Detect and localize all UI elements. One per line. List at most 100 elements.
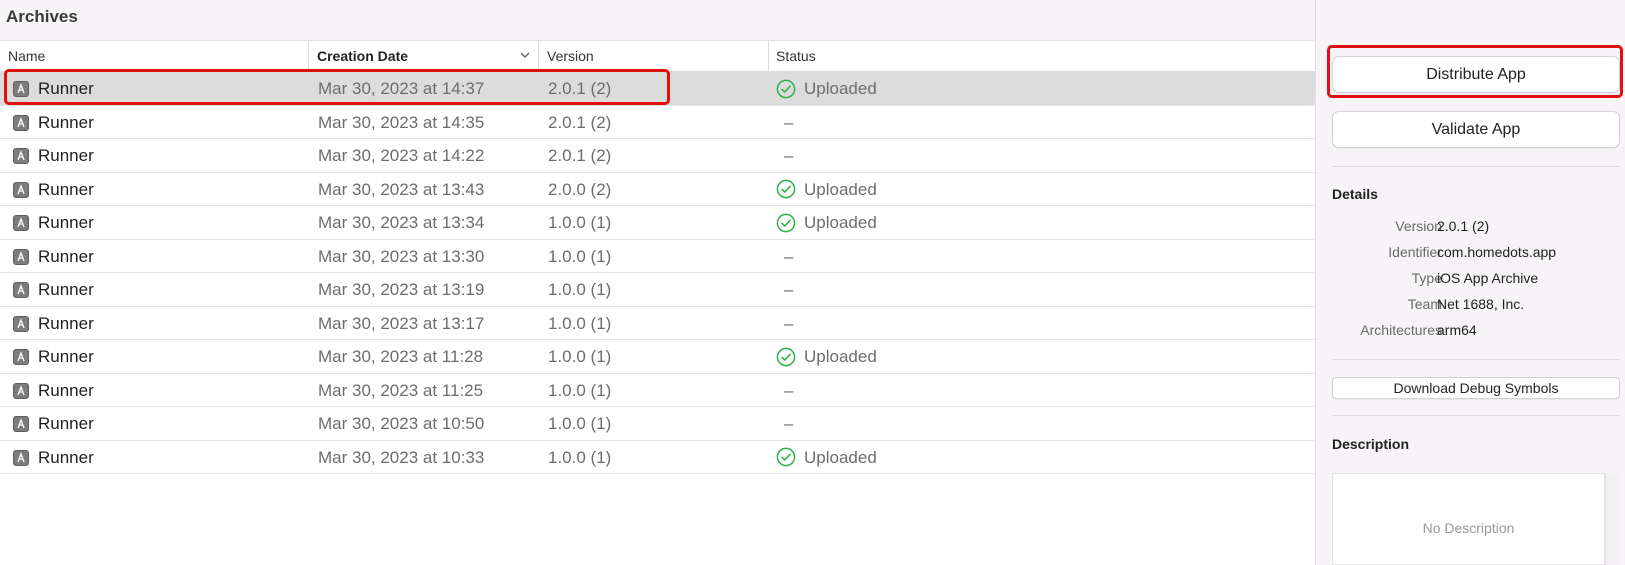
selection-highlight-annotation: [4, 69, 670, 105]
window-title: Archives: [6, 7, 78, 26]
archive-status: Uploaded: [776, 340, 877, 374]
archive-creation-date: Mar 30, 2023 at 13:30: [318, 246, 485, 266]
app-archive-icon: [13, 416, 29, 432]
archive-creation-date: Mar 30, 2023 at 11:25: [318, 380, 484, 400]
column-header-status[interactable]: Status: [768, 41, 1308, 72]
distribute-highlight-annotation: [1327, 45, 1623, 98]
app-archive-icon: [13, 315, 29, 332]
archive-name: Runner: [38, 112, 94, 132]
archive-name: Runner: [38, 280, 94, 299]
table-row[interactable]: Runner Mar 30, 2023 at 13:19 1.0.0 (1) –: [0, 273, 1315, 307]
column-header-name[interactable]: Name: [8, 41, 45, 72]
archive-name: Runner: [38, 146, 94, 165]
archive-status: –: [776, 106, 793, 140]
chevron-down-icon: [520, 52, 530, 58]
archives-table: Runner Mar 30, 2023 at 14:37 2.0.1 (2) Uplo…: [0, 72, 1315, 474]
description-placeholder: No Description: [1422, 520, 1515, 536]
archive-status-label: Uploaded: [804, 347, 877, 366]
archive-version: 2.0.1 (2): [548, 146, 612, 165]
archive-status-label: Uploaded: [804, 179, 877, 199]
detail-team: Team Net 1688, Inc.: [1316, 296, 1625, 318]
archive-status-label: Uploaded: [804, 447, 877, 467]
table-row[interactable]: Runner Mar 30, 2023 at 11:28 1.0.0 (1) Uplo…: [0, 340, 1315, 374]
archive-name: Runner: [38, 313, 94, 333]
detail-architectures: Architectures arm64: [1316, 322, 1625, 344]
archive-status-label: –: [784, 313, 794, 333]
detail-type: Type iOS App Archive: [1316, 270, 1625, 292]
archive-status-label: –: [784, 112, 794, 132]
archive-status: –: [776, 307, 793, 341]
archive-creation-date: Mar 30, 2023 at 13:43: [318, 179, 485, 199]
archive-status: –: [776, 407, 793, 441]
archive-name: Runner: [38, 213, 94, 232]
table-row[interactable]: Runner Mar 30, 2023 at 14:22 2.0.1 (2) –: [0, 139, 1315, 173]
app-archive-icon: [13, 282, 29, 298]
archive-status-label: –: [784, 146, 794, 165]
download-debug-symbols-button[interactable]: Download Debug Symbols: [1332, 377, 1620, 399]
archive-status: Uploaded: [776, 441, 877, 475]
archive-version: 1.0.0 (1): [548, 380, 612, 400]
archive-version: 1.0.0 (1): [548, 213, 612, 232]
archive-version: 1.0.0 (1): [548, 447, 612, 467]
table-row[interactable]: Runner Mar 30, 2023 at 13:30 1.0.0 (1) –: [0, 239, 1315, 274]
archive-status-label: Uploaded: [804, 79, 877, 98]
archive-version: 1.0.0 (1): [548, 347, 612, 366]
table-row[interactable]: Runner Mar 30, 2023 at 10:50 1.0.0 (1) –: [0, 407, 1315, 441]
app-archive-icon: [13, 382, 29, 399]
detail-identifier-key: Identifier: [1388, 244, 1442, 260]
detail-team-value: Net 1688, Inc.: [1437, 296, 1525, 312]
app-archive-icon: [13, 248, 29, 265]
archive-creation-date: Mar 30, 2023 at 10:50: [318, 414, 485, 433]
archive-version: 1.0.0 (1): [548, 280, 612, 299]
archive-status: Uploaded: [776, 173, 877, 207]
table-row[interactable]: Runner Mar 30, 2023 at 10:33 1.0.0 (1) Uplo…: [0, 440, 1315, 475]
detail-version-key: Version: [1395, 218, 1442, 234]
table-row[interactable]: Runner Mar 30, 2023 at 13:34 1.0.0 (1) Uplo…: [0, 206, 1315, 240]
checkmark-circle-icon: [776, 179, 796, 199]
divider: [1332, 415, 1620, 416]
table-row[interactable]: Runner Mar 30, 2023 at 11:25 1.0.0 (1) –: [0, 373, 1315, 408]
column-header-creation-date-label: Creation Date: [317, 48, 409, 64]
archive-version: 1.0.0 (1): [548, 313, 612, 333]
archive-name: Runner: [38, 447, 94, 467]
description-scrollbar[interactable]: [1605, 473, 1620, 565]
table-row[interactable]: Runner Mar 30, 2023 at 13:43 2.0.0 (2) Uplo…: [0, 172, 1315, 207]
table-header: Name Creation Date Version Status: [0, 41, 1315, 72]
app-archive-icon: [13, 349, 29, 365]
checkmark-circle-icon: [776, 79, 796, 99]
app-archive-icon: [13, 215, 29, 231]
column-header-creation-date[interactable]: Creation Date: [308, 41, 538, 72]
description-field[interactable]: No Description: [1332, 473, 1605, 565]
checkmark-circle-icon: [776, 213, 796, 233]
column-header-version[interactable]: Version: [538, 41, 768, 72]
detail-version-value: 2.0.1 (2): [1437, 218, 1490, 234]
archive-name: Runner: [38, 347, 94, 366]
detail-identifier-value: com.homedots.app: [1437, 244, 1557, 260]
archive-status: –: [776, 273, 793, 307]
archive-creation-date: Mar 30, 2023 at 13:17: [318, 313, 485, 333]
detail-identifier: Identifier com.homedots.app: [1316, 244, 1625, 266]
app-archive-icon: [13, 114, 29, 131]
archive-name: Runner: [38, 179, 94, 199]
archive-status: –: [776, 374, 793, 408]
archive-creation-date: Mar 30, 2023 at 11:28: [318, 347, 484, 366]
app-archive-icon: [13, 449, 29, 466]
archive-status-label: Uploaded: [804, 213, 877, 232]
details-title: Details: [1332, 186, 1378, 202]
archive-version: 2.0.0 (2): [548, 179, 612, 199]
archive-status: –: [776, 240, 793, 274]
checkmark-circle-icon: [776, 447, 796, 467]
app-archive-icon: [13, 181, 29, 198]
archive-version: 1.0.0 (1): [548, 246, 612, 266]
archive-name: Runner: [38, 246, 94, 266]
archive-creation-date: Mar 30, 2023 at 14:22: [318, 146, 485, 165]
archive-creation-date: Mar 30, 2023 at 10:33: [318, 447, 485, 467]
archive-status: Uploaded: [776, 72, 877, 106]
archive-status: Uploaded: [776, 206, 877, 240]
table-row[interactable]: Runner Mar 30, 2023 at 14:35 2.0.1 (2) –: [0, 105, 1315, 140]
archive-version: 1.0.0 (1): [548, 414, 612, 433]
detail-version: Version 2.0.1 (2): [1316, 218, 1625, 240]
table-row[interactable]: Runner Mar 30, 2023 at 13:17 1.0.0 (1) –: [0, 306, 1315, 341]
archive-creation-date: Mar 30, 2023 at 14:35: [318, 112, 485, 132]
validate-app-button[interactable]: Validate App: [1332, 111, 1620, 148]
